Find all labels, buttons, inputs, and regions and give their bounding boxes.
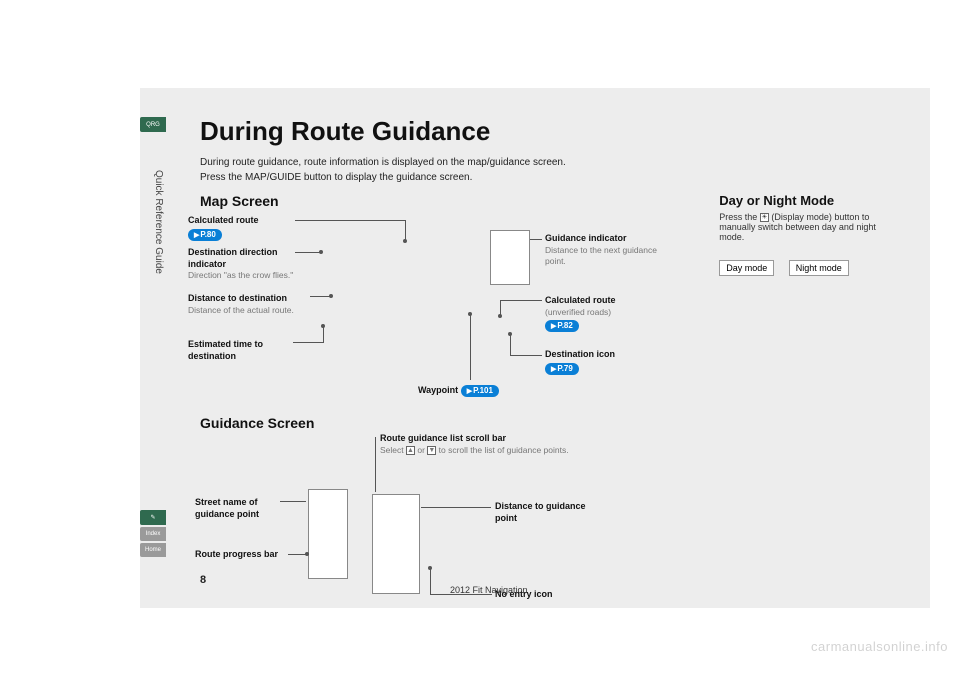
callout-dot	[498, 314, 502, 318]
callout-distance-destination: Distance to destination Distance of the …	[188, 293, 313, 316]
leader-line	[510, 335, 511, 355]
leader-line	[500, 300, 501, 315]
intro-line-1: During route guidance, route information…	[200, 157, 892, 168]
leader-line	[295, 252, 320, 253]
page-number: 8	[200, 574, 206, 586]
watermark: carmanualsonline.info	[811, 639, 948, 654]
callout-dot	[403, 239, 407, 243]
leader-line	[421, 507, 491, 508]
leader-line	[323, 327, 324, 343]
leader-line	[280, 501, 306, 502]
callout-scroll-bar: Route guidance list scroll bar Select ▲ …	[380, 433, 580, 456]
callout-guidance-indicator: Guidance indicator Distance to the next …	[545, 233, 660, 267]
night-mode-button: Night mode	[789, 260, 849, 276]
map-screen-heading: Map Screen	[200, 193, 689, 209]
callout-destination-icon: Destination icon ▶P.79	[545, 349, 660, 375]
leader-line	[293, 342, 323, 343]
callout-calculated-unverified: Calculated route (unverified roads) ▶P.8…	[545, 295, 660, 332]
leader-line	[430, 569, 431, 595]
callout-distance-to-gp: Distance to guidance point	[495, 501, 595, 524]
callout-dot	[329, 294, 333, 298]
leader-line	[288, 554, 306, 555]
page-title: During Route Guidance	[200, 116, 892, 147]
street-name-box	[308, 489, 348, 579]
guidance-screen-heading: Guidance Screen	[200, 415, 689, 431]
day-night-text: Press the ☀ (Display mode) button to man…	[719, 212, 892, 242]
page-content: During Route Guidance During route guida…	[140, 88, 930, 608]
page-ref-pill[interactable]: ▶P.79	[545, 363, 579, 375]
leader-line	[375, 437, 376, 492]
callout-dot	[319, 250, 323, 254]
up-arrow-icon: ▲	[406, 446, 415, 455]
display-mode-icon: ☀	[760, 213, 769, 222]
leader-line	[500, 300, 542, 301]
callout-dot	[321, 324, 325, 328]
page-ref-pill[interactable]: ▶P.101	[461, 385, 499, 397]
page-ref-pill[interactable]: ▶P.82	[545, 320, 579, 332]
callout-dot	[428, 566, 432, 570]
leader-line	[530, 239, 542, 240]
leader-line	[510, 355, 542, 356]
callout-dot	[508, 332, 512, 336]
day-night-heading: Day or Night Mode	[719, 193, 892, 208]
callout-route-progress: Route progress bar	[195, 549, 300, 561]
footer-text: 2012 Fit Navigation	[450, 585, 528, 595]
guidance-list-box	[372, 494, 420, 594]
map-screen-diagram: Calculated route ▶P.80 Destination direc…	[200, 215, 689, 415]
callout-waypoint: Waypoint ▶P.101	[418, 383, 499, 397]
page-ref-pill[interactable]: ▶P.80	[188, 229, 222, 241]
callout-dot	[305, 552, 309, 556]
day-mode-button: Day mode	[719, 260, 774, 276]
leader-line	[310, 296, 330, 297]
leader-line	[295, 220, 405, 221]
callout-eta: Estimated time to destination	[188, 339, 298, 362]
intro-line-2: Press the MAP/GUIDE button to display th…	[200, 172, 892, 183]
callout-street-name: Street name of guidance point	[195, 497, 290, 520]
guidance-indicator-box	[490, 230, 530, 285]
leader-line	[405, 220, 406, 240]
callout-calculated-route: Calculated route ▶P.80	[188, 215, 298, 241]
callout-destination-direction: Destination direction indicator Directio…	[188, 247, 298, 281]
guidance-screen-diagram: Route guidance list scroll bar Select ▲ …	[200, 439, 689, 609]
leader-line	[470, 315, 471, 380]
down-arrow-icon: ▼	[427, 446, 436, 455]
callout-dot	[468, 312, 472, 316]
